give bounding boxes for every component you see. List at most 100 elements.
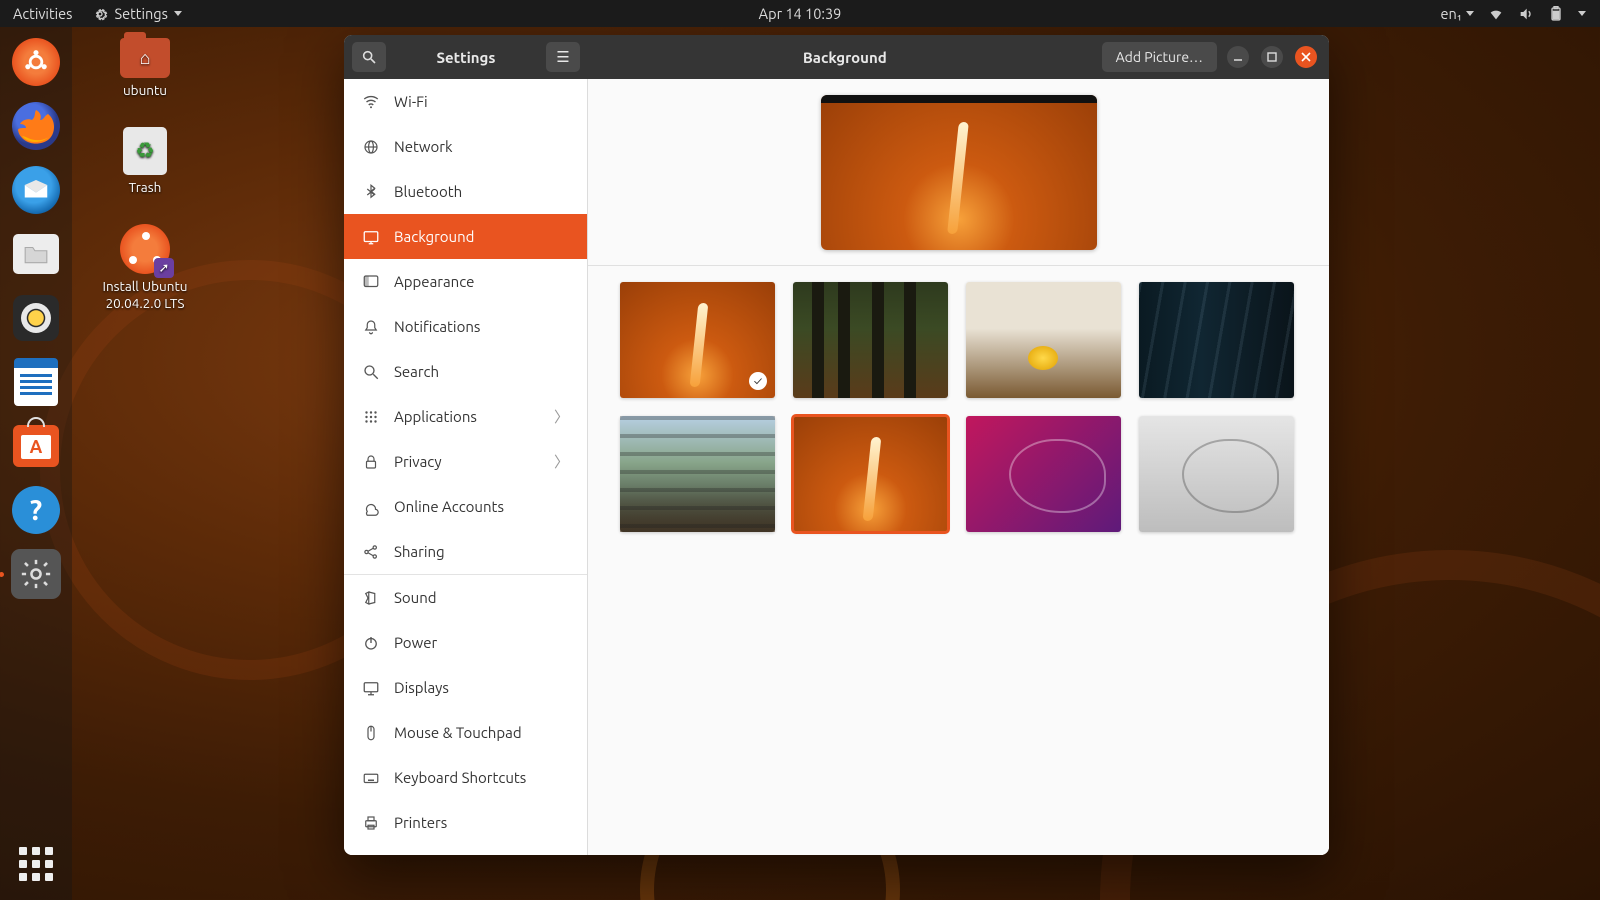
search-button[interactable] xyxy=(352,42,386,72)
wallpaper-thumb-5[interactable] xyxy=(793,416,948,532)
printers-icon xyxy=(362,814,380,832)
firefox-icon xyxy=(12,102,60,150)
desktop-icon-install-ubuntu[interactable]: ➚ Install Ubuntu 20.04.2.0 LTS xyxy=(90,224,200,312)
network-icon[interactable] xyxy=(1488,6,1504,22)
mouse-icon xyxy=(362,724,380,742)
sidebar-item-label: Applications xyxy=(394,408,477,425)
dock-item-settings[interactable] xyxy=(9,547,63,601)
chevron-down-icon xyxy=(1466,11,1474,16)
desktop-icons: ⌂ ubuntu ♻ Trash ➚ Install Ubuntu 20.04.… xyxy=(90,38,200,312)
sidebar-item-label: Printers xyxy=(394,814,447,831)
sidebar-item-label: Sound xyxy=(394,589,437,606)
chevron-right-icon: 〉 xyxy=(554,451,569,472)
battery-icon[interactable] xyxy=(1548,6,1564,22)
sidebar-item-search[interactable]: Search xyxy=(344,349,587,394)
wallpaper-thumb-2[interactable] xyxy=(966,282,1121,398)
sidebar-item-network[interactable]: Network xyxy=(344,124,587,169)
sidebar-item-label: Network xyxy=(394,138,453,155)
speaker-icon xyxy=(21,303,51,333)
dock-item-files[interactable] xyxy=(9,227,63,281)
top-bar: Activities Settings Apr 14 10:39 en₁ xyxy=(0,0,1600,27)
power-icon xyxy=(362,634,380,652)
wallpaper-thumb-0[interactable]: ✓ xyxy=(620,282,775,398)
dock-item-help[interactable]: ? xyxy=(9,483,63,537)
sidebar-item-privacy[interactable]: Privacy〉 xyxy=(344,439,587,484)
bluetooth-icon xyxy=(362,183,380,201)
hamburger-icon: ☰ xyxy=(556,48,569,66)
desktop-icon-trash[interactable]: ♻ Trash xyxy=(90,127,200,196)
sidebar-item-label: Keyboard Shortcuts xyxy=(394,769,526,786)
sidebar-item-sound[interactable]: Sound xyxy=(344,575,587,620)
wifi-icon xyxy=(362,93,380,111)
input-source-indicator[interactable]: en₁ xyxy=(1441,5,1475,22)
wallpaper-thumb-7[interactable] xyxy=(1139,416,1294,532)
wallpaper-thumb-3[interactable] xyxy=(1139,282,1294,398)
sidebar-item-label: Bluetooth xyxy=(394,183,462,200)
checkmark-icon: ✓ xyxy=(749,372,767,390)
minimize-icon xyxy=(1233,52,1243,62)
chevron-down-icon xyxy=(174,11,182,16)
wallpaper-grid: ✓ xyxy=(588,266,1329,548)
sidebar-item-applications[interactable]: Applications 〉 xyxy=(344,394,587,439)
sidebar-item-displays[interactable]: Displays xyxy=(344,665,587,710)
minimize-button[interactable] xyxy=(1227,46,1249,68)
dock-item-ubuntu-software[interactable]: A xyxy=(9,419,63,473)
search-icon xyxy=(362,363,380,381)
sidebar-item-keyboard[interactable]: Keyboard Shortcuts xyxy=(344,755,587,800)
sidebar-item-label: Displays xyxy=(394,679,449,696)
current-wallpaper-preview[interactable] xyxy=(588,79,1329,266)
privacy-icon xyxy=(362,453,380,471)
sidebar-item-sharing[interactable]: Sharing xyxy=(344,529,587,574)
settings-window: Settings ☰ Background Add Picture… Wi-Fi… xyxy=(344,35,1329,855)
dock-item-libreoffice-writer[interactable] xyxy=(9,355,63,409)
dock-item-rhythmbox[interactable] xyxy=(9,291,63,345)
add-picture-button[interactable]: Add Picture… xyxy=(1102,42,1217,72)
ubuntu-installer-icon: ➚ xyxy=(120,224,170,274)
app-menu[interactable]: Settings xyxy=(92,5,181,22)
maximize-icon xyxy=(1267,52,1277,62)
sidebar-item-label: Sharing xyxy=(394,543,445,560)
trash-icon: ♻ xyxy=(123,127,167,175)
sidebar-item-bluetooth[interactable]: Bluetooth xyxy=(344,169,587,214)
titlebar[interactable]: Settings ☰ Background Add Picture… xyxy=(344,35,1329,79)
system-menu-chevron-icon[interactable] xyxy=(1578,11,1586,16)
shopping-bag-icon xyxy=(27,417,45,427)
wallpaper-thumb-6[interactable] xyxy=(966,416,1121,532)
volume-icon[interactable] xyxy=(1518,6,1534,22)
appearance-icon xyxy=(362,273,380,291)
desktop-icon-label: Install Ubuntu 20.04.2.0 LTS xyxy=(103,278,188,312)
online-icon xyxy=(362,498,380,516)
dock-item-show-applications-ubuntu[interactable] xyxy=(9,35,63,89)
hamburger-menu-button[interactable]: ☰ xyxy=(546,42,580,72)
sidebar-item-power[interactable]: Power xyxy=(344,620,587,665)
sidebar-item-wifi[interactable]: Wi-Fi xyxy=(344,79,587,124)
sidebar-item-mouse[interactable]: Mouse & Touchpad xyxy=(344,710,587,755)
sidebar-item-appearance[interactable]: Appearance xyxy=(344,259,587,304)
dock-item-thunderbird[interactable] xyxy=(9,163,63,217)
notifications-icon xyxy=(362,318,380,336)
sidebar-item-label: Appearance xyxy=(394,273,474,290)
sidebar-item-notifications[interactable]: Notifications xyxy=(344,304,587,349)
sidebar-item-label: Wi-Fi xyxy=(394,93,428,110)
clock[interactable]: Apr 14 10:39 xyxy=(759,5,842,22)
wallpaper-thumb-1[interactable] xyxy=(793,282,948,398)
close-button[interactable] xyxy=(1295,46,1317,68)
displays-icon xyxy=(362,679,380,697)
close-icon xyxy=(1301,52,1311,62)
folder-icon xyxy=(23,243,49,265)
chevron-right-icon: 〉 xyxy=(554,406,569,427)
settings-sidebar: Wi-Fi Network Bluetooth Background Appearanc… xyxy=(344,79,588,855)
sidebar-item-online[interactable]: Online Accounts xyxy=(344,484,587,529)
wallpaper-thumb-4[interactable] xyxy=(620,416,775,532)
activities-button[interactable]: Activities xyxy=(13,5,72,22)
desktop-icon-home[interactable]: ⌂ ubuntu xyxy=(90,38,200,99)
sidebar-item-background[interactable]: Background xyxy=(344,214,587,259)
help-icon: ? xyxy=(12,486,60,534)
sidebar-item-printers[interactable]: Printers xyxy=(344,800,587,845)
input-source-label: en₁ xyxy=(1441,5,1463,22)
ubuntu-logo-icon xyxy=(22,48,50,76)
show-applications-button[interactable] xyxy=(14,842,58,886)
dock-item-firefox[interactable] xyxy=(9,99,63,153)
maximize-button[interactable] xyxy=(1261,46,1283,68)
sharing-icon xyxy=(362,543,380,561)
